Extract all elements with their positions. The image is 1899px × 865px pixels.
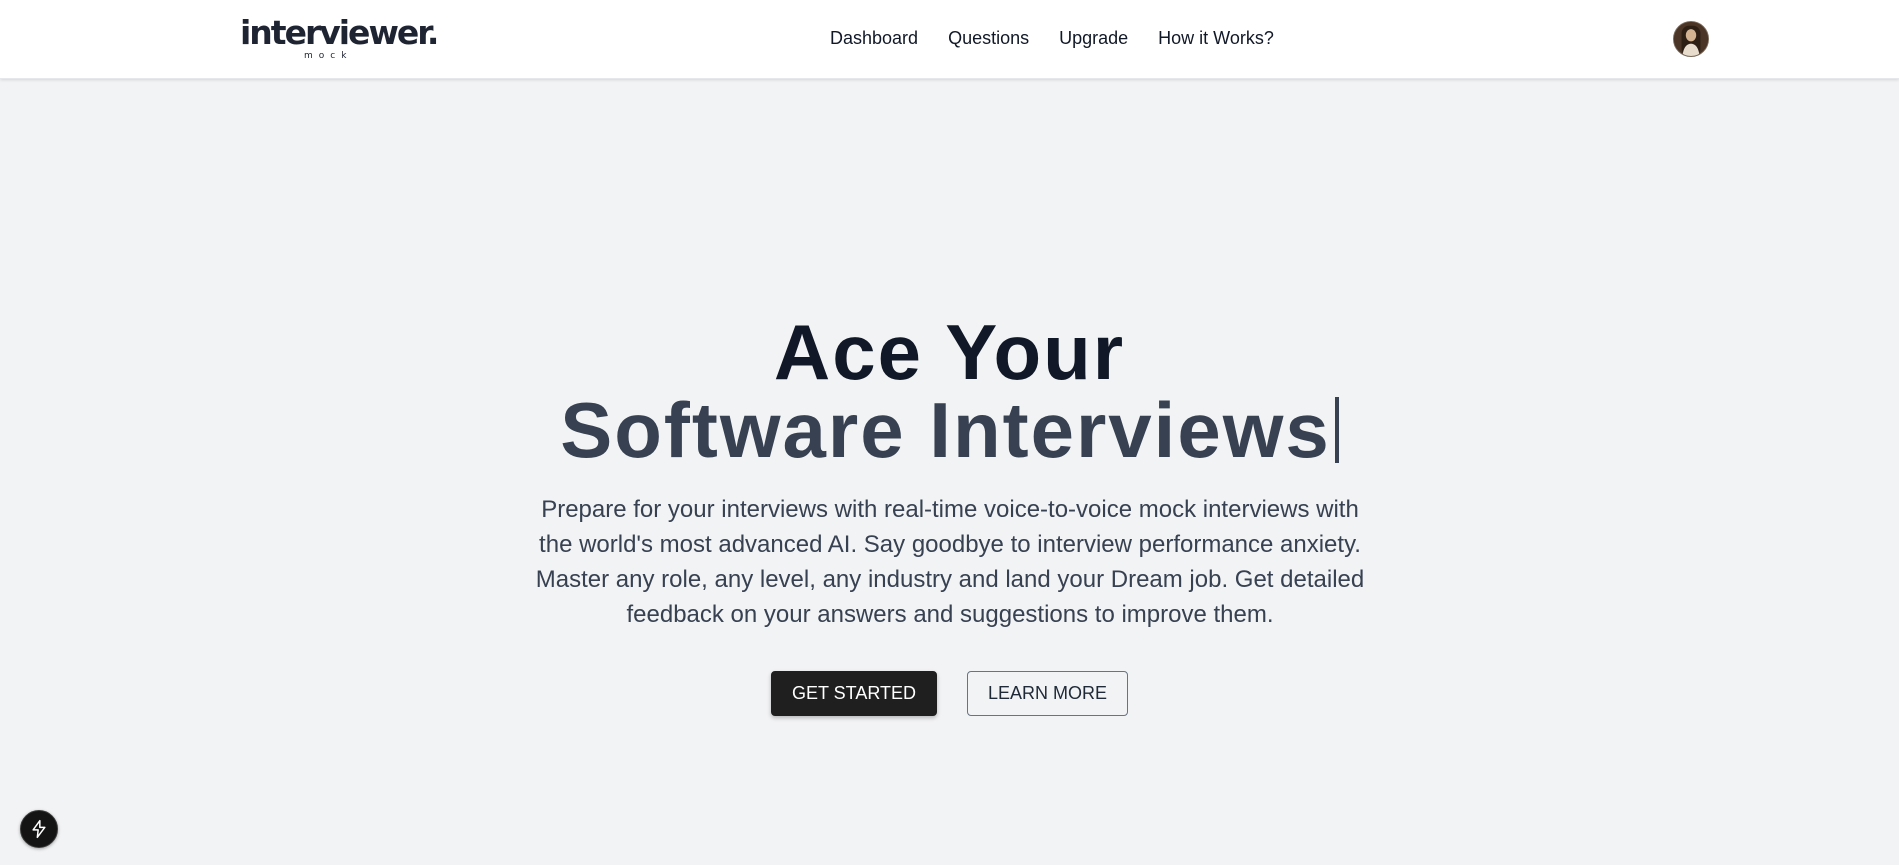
user-avatar-icon	[1674, 22, 1708, 56]
brand-logo[interactable]: interviewer. mock	[240, 13, 439, 63]
learn-more-button[interactable]: LEARN MORE	[967, 671, 1128, 716]
typing-cursor	[1334, 397, 1339, 463]
hero-title-line-2: Software Interviews	[0, 391, 1899, 469]
nav-link-dashboard[interactable]: Dashboard	[830, 27, 918, 49]
hero-title-line-2-text: Software Interviews	[560, 386, 1331, 474]
hero-title-line-1: Ace Your	[773, 308, 1126, 396]
nav-link-how-it-works[interactable]: How it Works?	[1158, 27, 1274, 49]
hero-description: Prepare for your interviews with real-ti…	[535, 496, 1365, 628]
user-avatar[interactable]	[1673, 21, 1709, 57]
nav-link-questions[interactable]: Questions	[948, 27, 1029, 49]
hero-title: Ace Your Software Interviews	[0, 313, 1899, 469]
nav-link-upgrade[interactable]: Upgrade	[1059, 27, 1128, 49]
top-nav-bar: interviewer. mock Dashboard Questions Up…	[0, 0, 1899, 79]
get-started-button[interactable]: GET STARTED	[771, 671, 937, 716]
quick-action-button[interactable]	[20, 810, 58, 848]
main-nav: Dashboard Questions Upgrade How it Works…	[830, 27, 1274, 49]
logo-subtitle: mock	[304, 51, 353, 61]
lightning-icon	[32, 819, 46, 839]
logo-wordmark: interviewer.	[240, 13, 439, 52]
